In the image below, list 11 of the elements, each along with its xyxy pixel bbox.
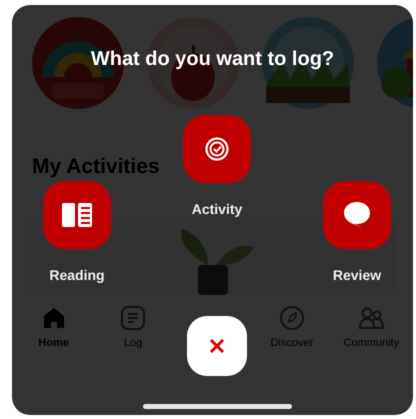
check-circle-icon [205,137,229,161]
book-icon [62,203,92,227]
activity-button[interactable] [183,115,251,183]
option-label: Activity [192,201,242,217]
close-button[interactable] [187,316,247,376]
review-button[interactable] [323,181,391,249]
option-label: Review [332,267,382,283]
speech-bubble-icon [343,201,371,229]
reading-button[interactable] [43,181,111,249]
close-icon [209,338,225,354]
option-label: Reading [49,267,105,283]
